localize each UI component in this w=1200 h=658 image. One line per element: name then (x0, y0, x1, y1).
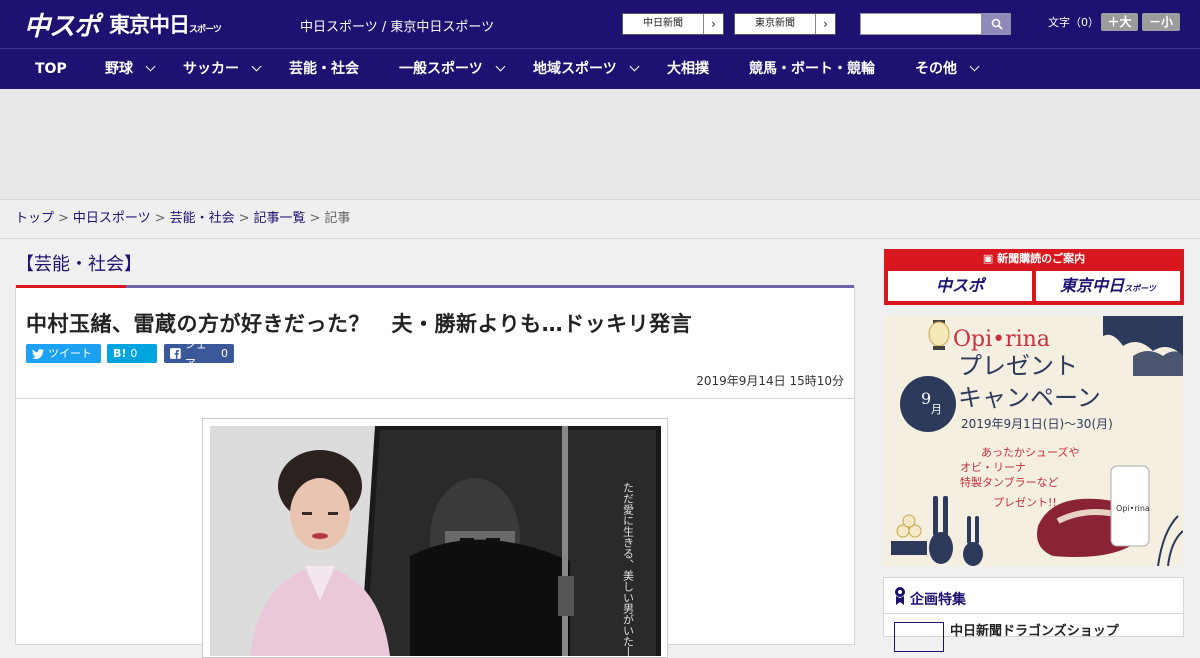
search-box (860, 13, 1011, 35)
category-heading: 【芸能・社会】 (16, 254, 142, 275)
facebook-icon (170, 348, 181, 359)
breadcrumb-entertainment[interactable]: 芸能・社会 (170, 211, 235, 226)
promo-brand: Opi•rina (953, 327, 1050, 352)
tumbler-brand: Opi•rina (1116, 504, 1150, 513)
font-size-label: 文字（0） (1048, 16, 1099, 29)
promo-title-1: プレゼント (958, 352, 1078, 380)
promo-period: 2019年9月1日(日)〜30(月) (961, 417, 1113, 431)
chevron-down-icon (629, 61, 640, 72)
nav-item-entertainment[interactable]: 芸能・社会 (289, 49, 359, 90)
subscription-banner[interactable]: ▣ 新聞購読のご案内 中スポ 東京中日スポーツ (884, 249, 1184, 305)
nav-item-sumo[interactable]: 大相撲 (667, 49, 709, 90)
breadcrumb-article-list[interactable]: 記事一覧 (254, 211, 306, 226)
promo-text-3: 特製タンブラーなど (960, 475, 1059, 489)
feature-section: 企画特集 中日新聞ドラゴンズショップ (883, 577, 1184, 652)
hatena-count: 0 (130, 347, 138, 360)
chevron-down-icon (145, 61, 156, 72)
main-nav: TOP 野球 サッカー 芸能・社会 一般スポーツ 地域スポーツ 大相撲 競馬・ボ… (0, 48, 1200, 89)
feature-title: 企画特集 (910, 592, 966, 608)
promo-text-2: オビ・リーナ (960, 461, 1026, 474)
nav-item-baseball[interactable]: 野球 (105, 49, 156, 90)
font-smaller-button[interactable]: －小 (1142, 13, 1180, 31)
article-card: 中村玉緒、雷蔵の方が好きだった？ 夫・勝新よりも…ドッキリ発言 ツイート B! … (15, 285, 855, 658)
breadcrumb: トップ > 中日スポーツ > 芸能・社会 > 記事一覧 > 記事 (0, 200, 1200, 239)
logo-tokyo-chunichi: 東京中日スポーツ (109, 13, 222, 37)
subscription-title: 新聞購読のご案内 (997, 252, 1086, 265)
breadcrumb-chuspo[interactable]: 中日スポーツ (73, 211, 151, 226)
facebook-share-button[interactable]: シェア 0 (164, 338, 234, 370)
tokyo-shimbun-link[interactable]: 東京新聞 › (734, 13, 836, 35)
ad-banner-area (0, 89, 1200, 200)
font-bigger-button[interactable]: ＋大 (1101, 13, 1138, 31)
chunichi-shimbun-link[interactable]: 中日新聞 › (622, 13, 724, 35)
hatena-icon: B! (113, 347, 127, 360)
search-icon (991, 18, 1003, 30)
article-date: 2019年9月14日 15時10分 (696, 374, 844, 388)
promo-month-number: 9 (921, 389, 931, 408)
nav-item-soccer[interactable]: サッカー (183, 49, 262, 90)
nav-item-local-sports[interactable]: 地域スポーツ (533, 49, 640, 90)
article-headline: 中村玉緒、雷蔵の方が好きだった？ 夫・勝新よりも…ドッキリ発言 (26, 312, 693, 336)
divider (16, 398, 854, 399)
tumbler-icon: Opi•rina (1110, 465, 1150, 547)
promo-ad[interactable]: 9 月 Opi•rina プレゼント キャンペーン 2019年9月1日(日)〜3… (883, 316, 1183, 566)
divider (884, 613, 1183, 614)
chevron-right-icon: › (703, 14, 723, 34)
search-button[interactable] (982, 13, 1011, 35)
site-title: 中日スポーツ / 東京中日スポーツ (300, 20, 495, 35)
breadcrumb-current: 記事 (324, 211, 351, 226)
nav-item-top[interactable]: TOP (35, 49, 67, 90)
photo-illustration: ただ愛に生きる、美しい男がいた── (210, 426, 661, 656)
site-logo[interactable]: 中スポ 東京中日スポーツ (24, 8, 222, 42)
site-header: 中スポ 東京中日スポーツ 中日スポーツ / 東京中日スポーツ 中日新聞 › 東京… (0, 0, 1200, 48)
nav-item-general-sports[interactable]: 一般スポーツ (399, 49, 506, 90)
article-photo[interactable]: ただ愛に生きる、美しい男がいた── (202, 418, 668, 658)
article-top-border (16, 285, 854, 288)
promo-text-4: プレゼント!! (993, 496, 1057, 509)
promo-text-1: あったかシューズや (981, 445, 1079, 459)
promo-month-unit: 月 (931, 403, 942, 416)
chevron-down-icon (251, 61, 262, 72)
nav-item-racing[interactable]: 競馬・ボート・競輪 (749, 49, 875, 90)
logo-chuspo: 中スポ (24, 11, 100, 42)
subscription-logo-chuspo[interactable]: 中スポ (888, 271, 1032, 301)
promo-title-2: キャンペーン (958, 384, 1101, 412)
chevron-right-icon: › (815, 14, 835, 34)
ribbon-icon (895, 587, 905, 605)
search-input[interactable] (860, 13, 982, 35)
tweet-button[interactable]: ツイート (26, 344, 101, 363)
hatena-bookmark-button[interactable]: B! 0 (107, 344, 157, 363)
twitter-bird-icon (32, 348, 44, 359)
feature-thumbnail[interactable] (894, 622, 944, 652)
breadcrumb-top[interactable]: トップ (15, 211, 54, 226)
facebook-count: 0 (221, 347, 228, 360)
subscription-logo-tokyo-chunichi[interactable]: 東京中日スポーツ (1036, 271, 1180, 301)
newspaper-icon: ▣ (982, 252, 998, 265)
nav-item-other[interactable]: その他 (915, 49, 980, 90)
chevron-down-icon (495, 61, 506, 72)
chevron-down-icon (969, 61, 980, 72)
